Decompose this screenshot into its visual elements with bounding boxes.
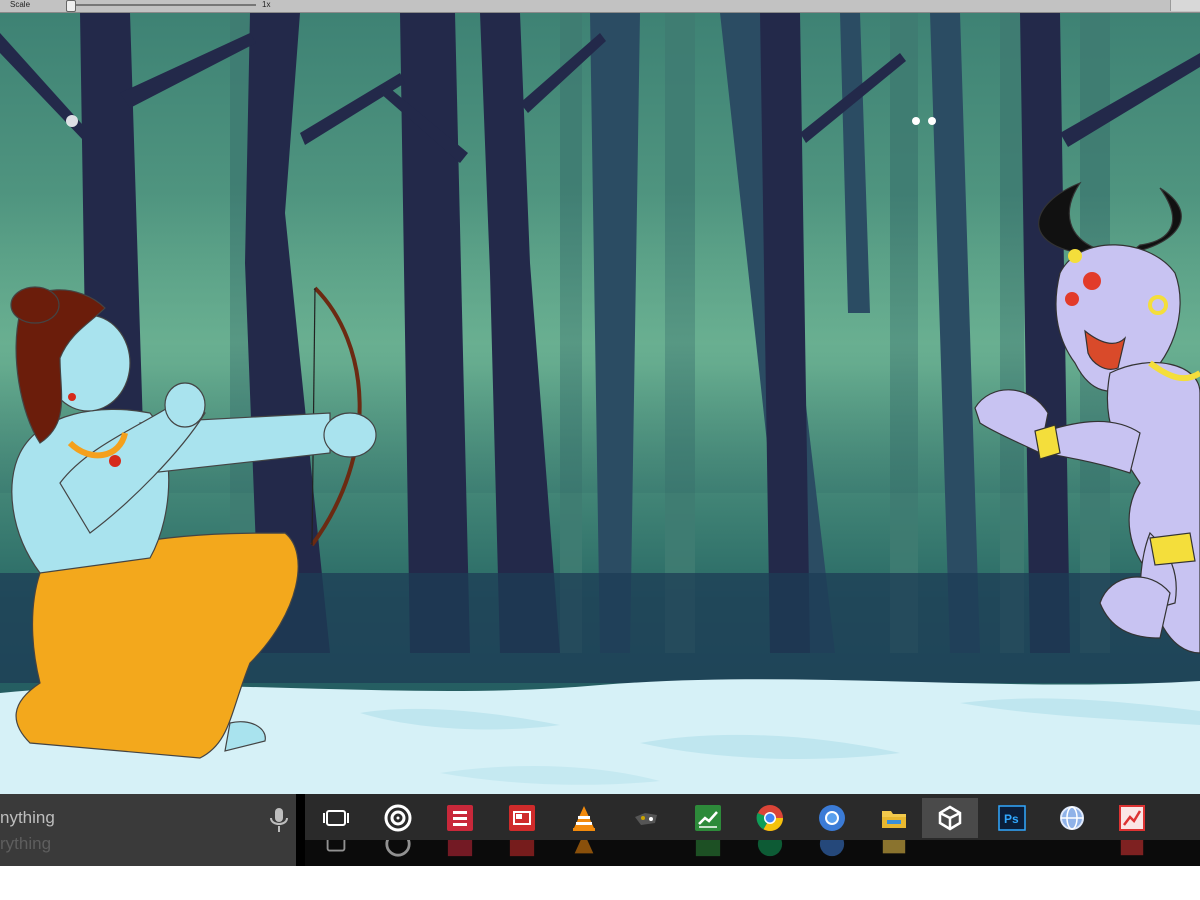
task-view-icon (323, 810, 349, 826)
chrome-blue-icon (819, 805, 845, 831)
news-app-button[interactable] (494, 798, 550, 838)
scale-label: Scale (10, 0, 31, 9)
zoom-value: 1x (262, 0, 271, 9)
file-explorer-button[interactable] (866, 798, 922, 838)
list-app-icon (447, 805, 473, 831)
windows-taskbar: nything rything Ps (0, 794, 1200, 866)
red-chart-icon (1119, 805, 1145, 831)
task-view-reflection (308, 840, 364, 860)
chrome-reflection (742, 840, 798, 860)
game-viewport[interactable] (0, 13, 1200, 794)
photoshop-icon: Ps (998, 805, 1026, 831)
game-view-toolbar: Scale 1x (0, 0, 1200, 13)
game-app-button[interactable] (618, 798, 674, 838)
list-app-button[interactable] (432, 798, 488, 838)
chrome-alt-button[interactable] (804, 798, 860, 838)
scale-slider-track[interactable] (66, 4, 256, 6)
chrome-icon (756, 805, 784, 832)
vlc-reflection (556, 840, 612, 860)
news-reflection (494, 840, 550, 860)
stock-chart-icon (695, 805, 721, 831)
microphone-icon[interactable] (268, 806, 290, 834)
folder-icon (882, 811, 906, 828)
photoshop-button[interactable]: Ps (984, 798, 1040, 838)
news-icon (509, 805, 535, 831)
unity-button[interactable] (922, 798, 978, 838)
groove-app-button[interactable] (370, 798, 426, 838)
chart-app-button[interactable] (1104, 798, 1160, 838)
game-app-icon (635, 813, 657, 825)
glowing-eye-left (912, 117, 920, 125)
glowing-eye-right (928, 117, 936, 125)
task-view-button[interactable] (308, 798, 364, 838)
globe-icon (1060, 806, 1084, 830)
list-app-reflection (432, 840, 488, 860)
stocks-reflection (680, 840, 736, 860)
desktop-margin (0, 866, 1200, 900)
groove-reflection (370, 840, 426, 860)
vlc-icon (573, 806, 595, 831)
game-scene (0, 13, 1200, 794)
scale-slider-handle[interactable] (66, 0, 76, 12)
search-box[interactable]: nything rything (0, 794, 296, 866)
search-text[interactable]: nything (0, 808, 55, 828)
chart-app-reflection (1104, 840, 1160, 860)
folder-reflection (866, 840, 922, 860)
groove-icon (384, 804, 412, 832)
chrome-button[interactable] (742, 798, 798, 838)
svg-text:Ps: Ps (1004, 812, 1019, 826)
unity-icon (938, 805, 962, 831)
maximize-on-play-button[interactable] (1170, 0, 1200, 11)
stocks-app-button[interactable] (680, 798, 736, 838)
chrome-alt-reflection (804, 840, 860, 860)
vlc-button[interactable] (556, 798, 612, 838)
firefly (66, 115, 78, 127)
network-app-button[interactable] (1044, 798, 1100, 838)
search-text-reflection: rything (0, 834, 52, 853)
